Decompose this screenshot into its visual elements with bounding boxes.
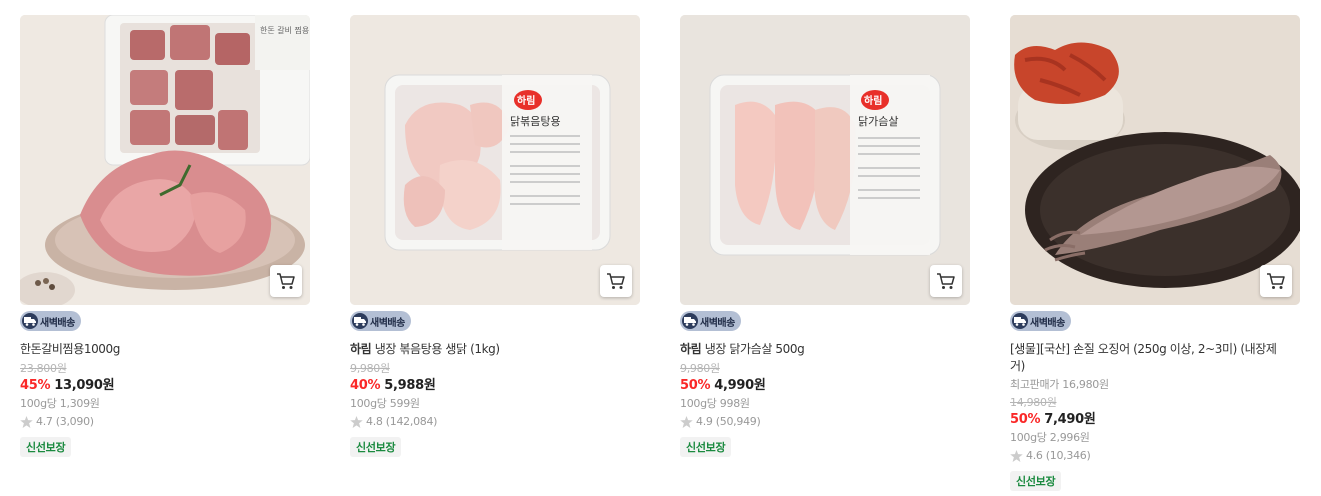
rating: 4.6 (10,346) bbox=[1010, 449, 1300, 462]
package-brand: 하림 bbox=[864, 94, 882, 107]
product-card[interactable]: 한돈 갈비 찜용 새벽배송 한돈갈비찜용1000g 23,800원 45% 13… bbox=[20, 15, 310, 457]
truck-icon bbox=[682, 313, 698, 329]
fresh-guarantee-tag: 신선보장 bbox=[1010, 471, 1062, 491]
product-image[interactable]: 하림 닭볶음탕용 bbox=[350, 15, 640, 305]
package-label: 한돈 갈비 찜용 bbox=[260, 25, 309, 35]
product-name-text: 냉장 닭가슴살 500g bbox=[704, 342, 805, 356]
sale-price: 13,090원 bbox=[54, 378, 115, 393]
price-row: 50% 4,990원 bbox=[680, 377, 970, 394]
product-card[interactable]: 하림 닭볶음탕용 새벽배송 하림 냉장 볶음탕용 생닭 (1kg) 9,980원… bbox=[350, 15, 640, 457]
package-label: 닭볶음탕용 bbox=[510, 115, 561, 128]
sale-price: 5,988원 bbox=[384, 378, 436, 393]
product-brand: 하림 bbox=[680, 342, 702, 356]
product-image[interactable] bbox=[1010, 15, 1300, 305]
rating: 4.7 (3,090) bbox=[20, 415, 310, 428]
star-icon bbox=[20, 415, 33, 428]
star-icon bbox=[1010, 449, 1023, 462]
truck-icon bbox=[352, 313, 368, 329]
price-row: 40% 5,988원 bbox=[350, 377, 640, 394]
cart-icon bbox=[1267, 273, 1285, 289]
star-icon bbox=[350, 415, 363, 428]
add-to-cart-button[interactable] bbox=[270, 265, 302, 297]
chicken-pack-image: 하림 닭볶음탕용 bbox=[350, 15, 640, 305]
product-name-text: 한돈갈비찜용1000g bbox=[20, 342, 120, 356]
delivery-badge-label: 새벽배송 bbox=[40, 317, 75, 329]
product-name[interactable]: 한돈갈비찜용1000g bbox=[20, 341, 310, 358]
rating: 4.8 (142,084) bbox=[350, 415, 640, 428]
rating-value: 4.6 bbox=[1026, 449, 1043, 462]
fresh-guarantee-tag: 신선보장 bbox=[680, 437, 732, 457]
product-card[interactable]: 하림 닭가슴살 새벽배송 하림 냉장 닭가슴살 500g 9,980원 50% … bbox=[680, 15, 970, 457]
pork-ribs-image: 한돈 갈비 찜용 bbox=[20, 15, 310, 305]
discount-rate: 40% bbox=[350, 378, 381, 393]
rating-value: 4.9 bbox=[696, 415, 713, 428]
review-count: (142,084) bbox=[385, 415, 438, 428]
rating-value: 4.8 bbox=[366, 415, 383, 428]
delivery-badge: 새벽배송 bbox=[1010, 311, 1071, 331]
chicken-breast-pack-image: 하림 닭가슴살 bbox=[680, 15, 970, 305]
delivery-badge-label: 새벽배송 bbox=[700, 317, 735, 329]
squid-image bbox=[1010, 15, 1300, 305]
review-count: (50,949) bbox=[715, 415, 761, 428]
unit-price: 100g당 2,996원 bbox=[1010, 431, 1090, 444]
delivery-badge-label: 새벽배송 bbox=[1030, 317, 1065, 329]
cart-icon bbox=[277, 273, 295, 289]
delivery-badge: 새벽배송 bbox=[350, 311, 411, 331]
delivery-badge: 새벽배송 bbox=[20, 311, 81, 331]
add-to-cart-button[interactable] bbox=[930, 265, 962, 297]
delivery-badge: 새벽배송 bbox=[680, 311, 741, 331]
product-image[interactable]: 하림 닭가슴살 bbox=[680, 15, 970, 305]
original-price: 9,980원 bbox=[350, 362, 390, 375]
best-price: 최고판매가 16,980원 bbox=[1010, 378, 1109, 391]
truck-icon bbox=[22, 313, 38, 329]
price-row: 45% 13,090원 bbox=[20, 377, 310, 394]
add-to-cart-button[interactable] bbox=[1260, 265, 1292, 297]
discount-rate: 45% bbox=[20, 378, 51, 393]
delivery-badge-label: 새벽배송 bbox=[370, 317, 405, 329]
sale-price: 4,990원 bbox=[714, 378, 766, 393]
package-label: 닭가슴살 bbox=[858, 115, 898, 128]
package-brand: 하림 bbox=[517, 94, 535, 107]
product-name[interactable]: 하림 냉장 볶음탕용 생닭 (1kg) bbox=[350, 341, 640, 358]
original-price: 14,980원 bbox=[1010, 396, 1057, 409]
fresh-guarantee-tag: 신선보장 bbox=[20, 437, 72, 457]
discount-rate: 50% bbox=[1010, 412, 1041, 427]
cart-icon bbox=[607, 273, 625, 289]
product-brand: 하림 bbox=[350, 342, 372, 356]
fresh-guarantee-tag: 신선보장 bbox=[350, 437, 402, 457]
review-count: (10,346) bbox=[1045, 449, 1091, 462]
product-name-text: [생물][국산] 손질 오징어 (250g 이상, 2~3미) (내장제거) bbox=[1010, 342, 1277, 373]
unit-price: 100g당 1,309원 bbox=[20, 397, 100, 410]
original-price: 9,980원 bbox=[680, 362, 720, 375]
product-name[interactable]: [생물][국산] 손질 오징어 (250g 이상, 2~3미) (내장제거) bbox=[1010, 341, 1300, 375]
cart-icon bbox=[937, 273, 955, 289]
product-name-text: 냉장 볶음탕용 생닭 (1kg) bbox=[374, 342, 500, 356]
star-icon bbox=[680, 415, 693, 428]
price-row: 50% 7,490원 bbox=[1010, 411, 1300, 428]
original-price: 23,800원 bbox=[20, 362, 67, 375]
add-to-cart-button[interactable] bbox=[600, 265, 632, 297]
product-image[interactable]: 한돈 갈비 찜용 bbox=[20, 15, 310, 305]
rating-value: 4.7 bbox=[36, 415, 53, 428]
review-count: (3,090) bbox=[55, 415, 94, 428]
unit-price: 100g당 599원 bbox=[350, 397, 420, 410]
product-card[interactable]: 새벽배송 [생물][국산] 손질 오징어 (250g 이상, 2~3미) (내장… bbox=[1010, 15, 1300, 491]
sale-price: 7,490원 bbox=[1044, 412, 1096, 427]
truck-icon bbox=[1012, 313, 1028, 329]
unit-price: 100g당 998원 bbox=[680, 397, 750, 410]
discount-rate: 50% bbox=[680, 378, 711, 393]
rating: 4.9 (50,949) bbox=[680, 415, 970, 428]
product-name[interactable]: 하림 냉장 닭가슴살 500g bbox=[680, 341, 970, 358]
